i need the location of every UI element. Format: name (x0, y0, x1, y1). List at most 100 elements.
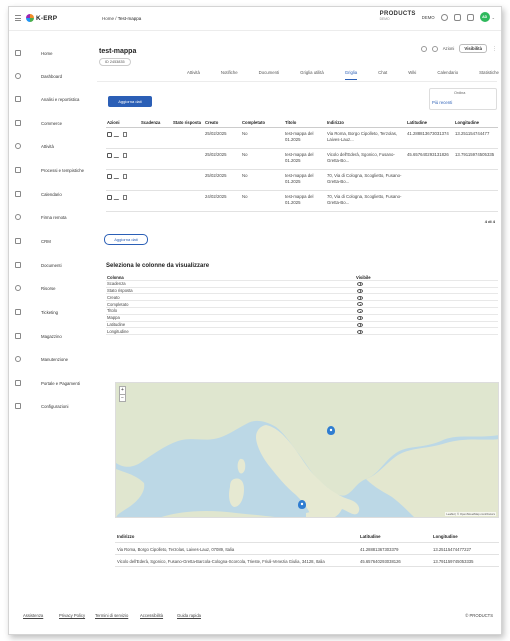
eye-icon[interactable] (357, 315, 363, 320)
update-data-button-secondary[interactable]: Aggiorna dati (104, 234, 148, 245)
gear-icon (15, 403, 21, 409)
more-icon[interactable]: ⋮ (492, 46, 497, 52)
table-row[interactable]: 25/02/2025 No test-mappa del 01.2025 Via Ro… (106, 127, 498, 149)
chat-icon[interactable] (453, 13, 461, 21)
eye-icon[interactable] (357, 322, 363, 327)
grid-column-header[interactable]: Completato (241, 120, 284, 128)
row-actions (106, 190, 140, 212)
row-checkbox[interactable] (107, 174, 112, 179)
pencil-icon[interactable] (113, 153, 122, 158)
trash-icon[interactable] (123, 195, 127, 200)
sidebar-item[interactable]: Analisi e reportistica (9, 92, 89, 106)
help-icon[interactable] (440, 13, 448, 21)
map-view[interactable]: + − Leaflet | © OpenStreetMap contributo… (115, 382, 499, 518)
tab-0[interactable]: Attività (187, 70, 200, 80)
user-menu[interactable]: AD ⌄ (479, 12, 495, 22)
sidebar-item[interactable]: Home (9, 46, 89, 60)
grid-column-header[interactable]: Creato (204, 120, 241, 128)
wrench-icon (15, 356, 21, 362)
table-row[interactable]: 25/02/2025 No test-mappa del 01.2025 70, Vi… (106, 169, 498, 191)
tab-7[interactable]: Calendario (437, 70, 458, 80)
eye-icon[interactable] (357, 302, 363, 307)
info-icon[interactable] (420, 45, 427, 52)
product-switcher[interactable]: PRODUCTS DEMO (380, 11, 416, 22)
footer-link[interactable]: Termini di servizio (95, 613, 128, 618)
footer-link[interactable]: Privacy Policy (59, 613, 85, 618)
map-attribution[interactable]: Leaflet | © OpenStreetMap contributors (445, 512, 496, 516)
zoom-in-button[interactable]: + (120, 387, 125, 394)
table-row[interactable]: 25/02/2025 No test-mappa del 01.2025 Vicolo… (106, 148, 498, 170)
sidebar-item[interactable]: Processi e tempistiche (9, 163, 89, 177)
cell-indirizzo: Via Roma, Borgo Cipolleto, Terzolas, Lai… (326, 127, 406, 149)
tab-4[interactable]: Griglia (344, 70, 358, 80)
org-label[interactable]: DEMO (422, 15, 435, 20)
sidebar-item[interactable]: Configurazioni (9, 399, 89, 413)
tab-8[interactable]: Statistiche (479, 70, 499, 80)
address-row[interactable]: Vicolo dell'Ederà, Sgonico, Fusano-Grett… (115, 555, 499, 567)
sidebar-item[interactable]: Risorse (9, 281, 89, 295)
land-sardinia (229, 478, 244, 507)
edit-icon[interactable] (431, 45, 438, 52)
trash-icon[interactable] (123, 174, 127, 179)
footer-link[interactable]: Guida rapida (177, 613, 201, 618)
cell-titolo: test-mappa del 01.2025 (284, 190, 326, 212)
tab-1[interactable]: Notifiche (221, 70, 238, 80)
eye-icon[interactable] (357, 288, 363, 293)
tab-3[interactable]: Griglia utilità (300, 70, 324, 80)
grid-column-header[interactable]: Longitudine (454, 120, 498, 128)
pencil-icon[interactable] (113, 195, 122, 200)
trash-icon[interactable] (123, 153, 127, 158)
eye-icon[interactable] (357, 281, 363, 286)
pencil-icon[interactable] (113, 132, 122, 137)
breadcrumb-current: Test-mappa (117, 16, 142, 21)
eye-icon[interactable] (357, 309, 363, 314)
address-header-lon: Longitudine (433, 534, 458, 539)
zoom-out-button[interactable]: − (120, 394, 125, 401)
actions-menu[interactable]: Azioni (443, 46, 455, 51)
footer-link[interactable]: Accessibilità (140, 613, 163, 618)
app-logo[interactable]: K-ERP (26, 14, 57, 22)
grid-column-header[interactable]: Stato risposta (172, 120, 204, 128)
tab-5[interactable]: Chat (378, 70, 387, 80)
table-row[interactable]: 24/02/2025 No test-mappa del 01.2025 70, Vi… (106, 190, 498, 212)
sidebar-item[interactable]: Portale e Pagamenti (9, 376, 89, 390)
address-row[interactable]: Via Roma, Borgo Cipolleto, Terzolas, Lai… (115, 543, 499, 555)
footer-link[interactable]: Assistenza (23, 613, 43, 618)
sidebar-item[interactable]: Manutenzione (9, 352, 89, 366)
tab-2[interactable]: Documenti (259, 70, 280, 80)
grid-column-header[interactable]: Scadenza (140, 120, 172, 128)
cell-creato: 24/02/2025 (204, 190, 241, 212)
breadcrumb-home[interactable]: Home (102, 16, 114, 21)
row-checkbox[interactable] (107, 153, 112, 158)
row-checkbox[interactable] (107, 195, 112, 200)
bell-icon[interactable] (466, 13, 474, 21)
menu-toggle-icon[interactable] (15, 15, 21, 21)
grid-column-header[interactable]: Latitudine (406, 120, 454, 128)
grid-column-header[interactable]: Indirizzo (326, 120, 406, 128)
sidebar-item[interactable]: Attività (9, 139, 89, 153)
land-south (161, 511, 275, 517)
eye-icon[interactable] (357, 329, 363, 334)
trash-icon[interactable] (123, 132, 127, 137)
sidebar-item[interactable]: Firma remota (9, 210, 89, 224)
eye-icon[interactable] (357, 295, 363, 300)
update-data-button[interactable]: Aggiorna dati (108, 96, 152, 107)
sidebar-item-label: Portale e Pagamenti (41, 380, 80, 386)
sidebar-item[interactable]: Magazzino (9, 329, 89, 343)
sidebar-item[interactable]: Documenti (9, 258, 89, 272)
pencil-icon[interactable] (113, 174, 122, 179)
column-picker-row: Completato (106, 301, 498, 308)
sidebar-item[interactable]: Commerce (9, 116, 89, 130)
sidebar-item[interactable]: Calendario (9, 187, 89, 201)
grid-column-header[interactable]: Titolo (284, 120, 326, 128)
sidebar-item[interactable]: CRM (9, 234, 89, 248)
row-checkbox[interactable] (107, 132, 112, 137)
grid-column-header[interactable]: Azioni (106, 120, 140, 128)
portal-icon (15, 380, 21, 386)
sort-select[interactable]: Ordina Più recenti (429, 88, 497, 110)
sidebar-item[interactable]: Dashboard (9, 69, 89, 83)
sidebar-item[interactable]: Ticketing (9, 305, 89, 319)
visibility-select[interactable]: Visibilità (459, 44, 487, 53)
address-lat: 41.28881367303379 (360, 547, 399, 552)
tab-6[interactable]: Wiki (408, 70, 416, 80)
